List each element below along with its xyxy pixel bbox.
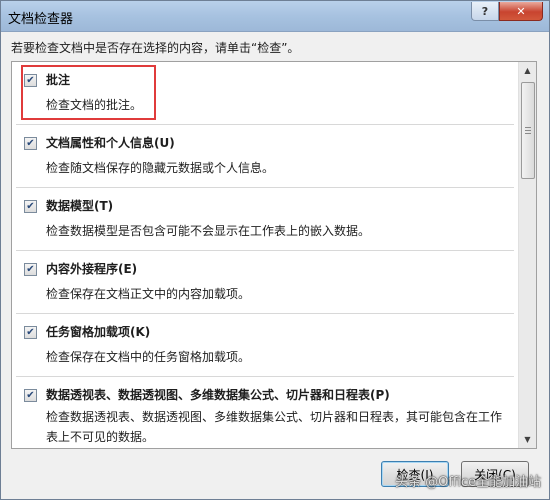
checkbox-comments[interactable]: ✔ <box>24 74 37 87</box>
title-buttons: ? ✕ <box>471 2 543 21</box>
list-item-task-pane-addins: ✔ 任务窗格加载项(K) 检查保存在文档中的任务窗格加载项。 <box>16 314 514 377</box>
inspection-list[interactable]: ✔ 批注 检查文档的批注。 ✔ 文档属性和个人信息(U) 检查随文档保存的隐藏元… <box>11 61 537 449</box>
close-icon: ✕ <box>516 4 526 18</box>
item-description: 检查数据模型是否包含可能不会显示在工作表上的嵌入数据。 <box>46 224 371 238</box>
checkbox-document-properties[interactable]: ✔ <box>24 137 37 150</box>
check-icon: ✔ <box>26 263 35 275</box>
check-icon: ✔ <box>26 200 35 212</box>
scroll-down-arrow-icon[interactable]: ▼ <box>519 431 536 448</box>
close-window-button[interactable]: ✕ <box>499 2 543 21</box>
grip-line <box>525 127 531 128</box>
check-icon: ✔ <box>26 74 35 86</box>
checkbox-data-model[interactable]: ✔ <box>24 200 37 213</box>
grip-line <box>525 130 531 131</box>
checkbox-content-addins[interactable]: ✔ <box>24 263 37 276</box>
list-item-data-model: ✔ 数据模型(T) 检查数据模型是否包含可能不会显示在工作表上的嵌入数据。 <box>16 188 514 251</box>
checkbox-task-pane-addins[interactable]: ✔ <box>24 326 37 339</box>
watermark: 头条 @Office全能加油站 <box>395 475 542 490</box>
item-title: 文档属性和个人信息(U) <box>46 136 175 150</box>
check-icon: ✔ <box>26 137 35 149</box>
item-title: 内容外接程序(E) <box>46 262 138 276</box>
vertical-scrollbar[interactable]: ▲ ▼ <box>518 62 536 448</box>
item-description: 检查随文档保存的隐藏元数据或个人信息。 <box>46 161 275 175</box>
list-item-content-addins: ✔ 内容外接程序(E) 检查保存在文档正文中的内容加载项。 <box>16 251 514 314</box>
help-button[interactable]: ? <box>471 2 499 21</box>
item-title: 批注 <box>46 73 71 87</box>
document-inspector-dialog: 文档检查器 ? ✕ 若要检查文档中是否存在选择的内容，请单击“检查”。 ✔ 批注… <box>0 0 550 500</box>
item-description: 检查文档的批注。 <box>46 98 143 112</box>
check-icon: ✔ <box>26 326 35 338</box>
checkbox-pivot-tables[interactable]: ✔ <box>24 389 37 402</box>
dialog-title: 文档检查器 <box>8 12 74 27</box>
title-bar: 文档检查器 ? ✕ <box>1 1 549 32</box>
scroll-thumb[interactable] <box>521 82 535 179</box>
item-title: 数据模型(T) <box>46 199 114 213</box>
list-item-pivot-tables: ✔ 数据透视表、数据透视图、多维数据集公式、切片器和日程表(P) 检查数据透视表… <box>16 377 514 448</box>
item-title: 任务窗格加载项(K) <box>46 325 151 339</box>
list-item-comments: ✔ 批注 检查文档的批注。 <box>16 62 514 125</box>
help-icon: ? <box>481 4 489 18</box>
grip-line <box>525 133 531 134</box>
item-title: 数据透视表、数据透视图、多维数据集公式、切片器和日程表(P) <box>46 388 390 402</box>
item-description: 检查保存在文档中的任务窗格加载项。 <box>46 350 251 364</box>
check-icon: ✔ <box>26 389 35 401</box>
item-description: 检查数据透视表、数据透视图、多维数据集公式、切片器和日程表，其可能包含在工作表上… <box>46 410 503 444</box>
instruction-text: 若要检查文档中是否存在选择的内容，请单击“检查”。 <box>11 41 300 55</box>
list-item-document-properties: ✔ 文档属性和个人信息(U) 检查随文档保存的隐藏元数据或个人信息。 <box>16 125 514 188</box>
item-description: 检查保存在文档正文中的内容加载项。 <box>46 287 251 301</box>
scroll-up-arrow-icon[interactable]: ▲ <box>519 62 536 79</box>
